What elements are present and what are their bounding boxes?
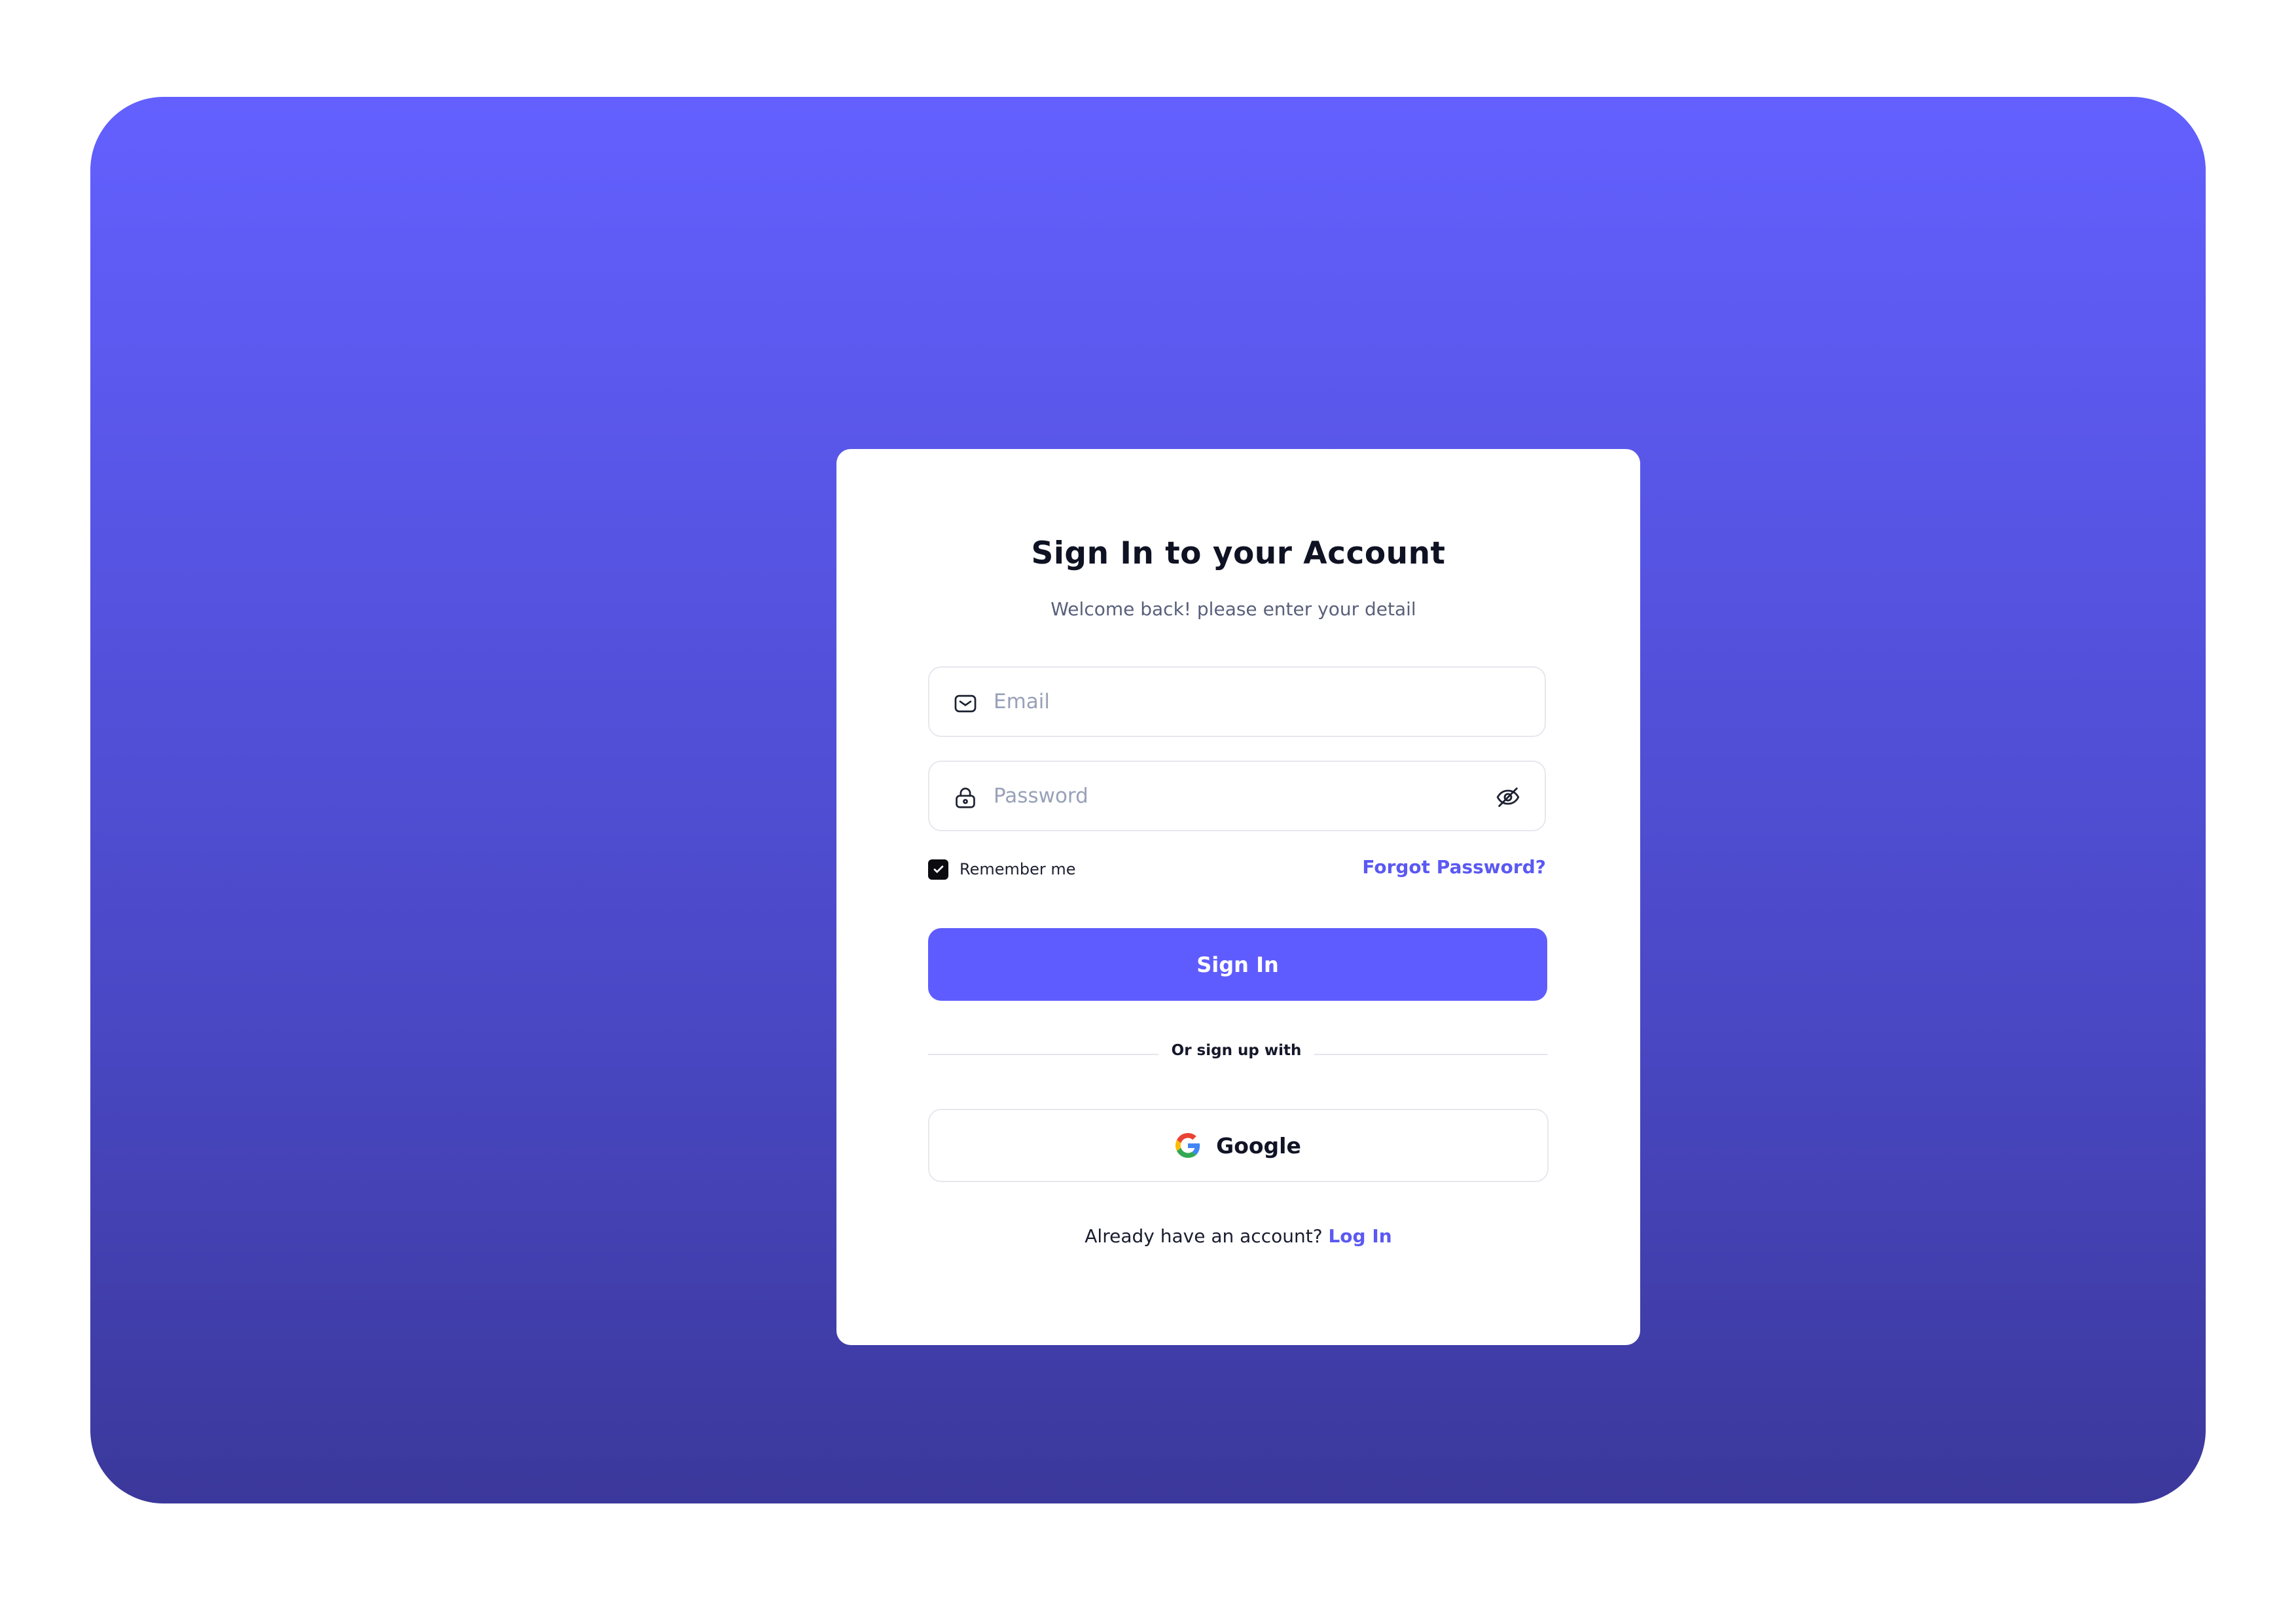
eye-off-icon[interactable]: [1495, 784, 1521, 810]
footer-text: Already have an account?: [1085, 1225, 1323, 1247]
forgot-password-link[interactable]: Forgot Password?: [1362, 856, 1546, 878]
lock-icon: [956, 787, 975, 808]
card-title: Sign In to your Account: [1031, 535, 1446, 571]
footer: Already have an account? Log In: [836, 1225, 1640, 1247]
email-input[interactable]: [994, 668, 1491, 736]
email-field[interactable]: [928, 666, 1546, 737]
sign-in-card: Sign In to your Account Welcome back! pl…: [836, 449, 1640, 1345]
google-icon: [1175, 1133, 1200, 1158]
google-label: Google: [1216, 1132, 1301, 1159]
check-icon: [933, 865, 943, 873]
sign-in-button[interactable]: Sign In: [928, 928, 1547, 1001]
password-field[interactable]: [928, 761, 1546, 831]
divider-line-left: [928, 1054, 1158, 1055]
remember-me[interactable]: Remember me: [928, 857, 1076, 881]
remember-label: Remember me: [960, 860, 1076, 878]
divider-line-right: [1314, 1054, 1547, 1055]
divider-text: Or sign up with: [1171, 1042, 1302, 1059]
card-subtitle: Welcome back! please enter your detail: [1050, 598, 1416, 620]
remember-checkbox[interactable]: [928, 859, 948, 880]
password-input[interactable]: [994, 762, 1491, 830]
mail-icon: [954, 694, 977, 713]
log-in-link[interactable]: Log In: [1328, 1225, 1391, 1247]
background-panel: Sign In to your Account Welcome back! pl…: [90, 97, 2206, 1503]
google-button[interactable]: Google: [928, 1109, 1549, 1182]
